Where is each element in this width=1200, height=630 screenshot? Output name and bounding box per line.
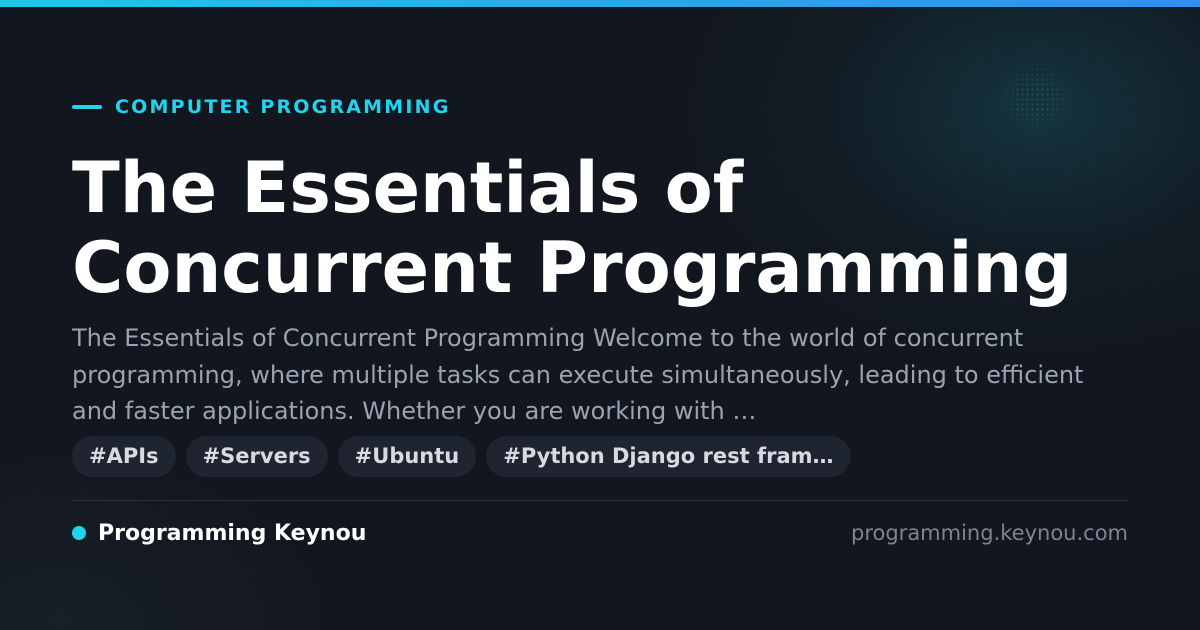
brand: Programming Keynou xyxy=(72,518,366,548)
article-excerpt: The Essentials of Concurrent Programming… xyxy=(72,324,1084,425)
tag-python-django: #Python Django rest fram… xyxy=(486,436,851,477)
top-accent-bar xyxy=(0,0,1200,7)
article-title: The Essentials of Concurrent Programming xyxy=(72,147,1073,309)
tag-apis: #APIs xyxy=(72,436,176,477)
brand-name: Programming Keynou xyxy=(98,520,367,546)
site-domain: programming.keynou.com xyxy=(851,521,1128,545)
tag-list: #APIs #Servers #Ubuntu #Python Django re… xyxy=(72,436,851,477)
tag-servers: #Servers xyxy=(185,436,328,477)
dot-pattern-decoration xyxy=(995,62,1075,132)
category-dash-icon xyxy=(72,105,102,109)
footer-divider xyxy=(72,500,1128,501)
tag-ubuntu: #Ubuntu xyxy=(337,436,477,477)
brand-dot-icon xyxy=(72,526,86,540)
category-header: COMPUTER PROGRAMMING xyxy=(72,95,451,119)
category-label: COMPUTER PROGRAMMING xyxy=(115,96,451,118)
